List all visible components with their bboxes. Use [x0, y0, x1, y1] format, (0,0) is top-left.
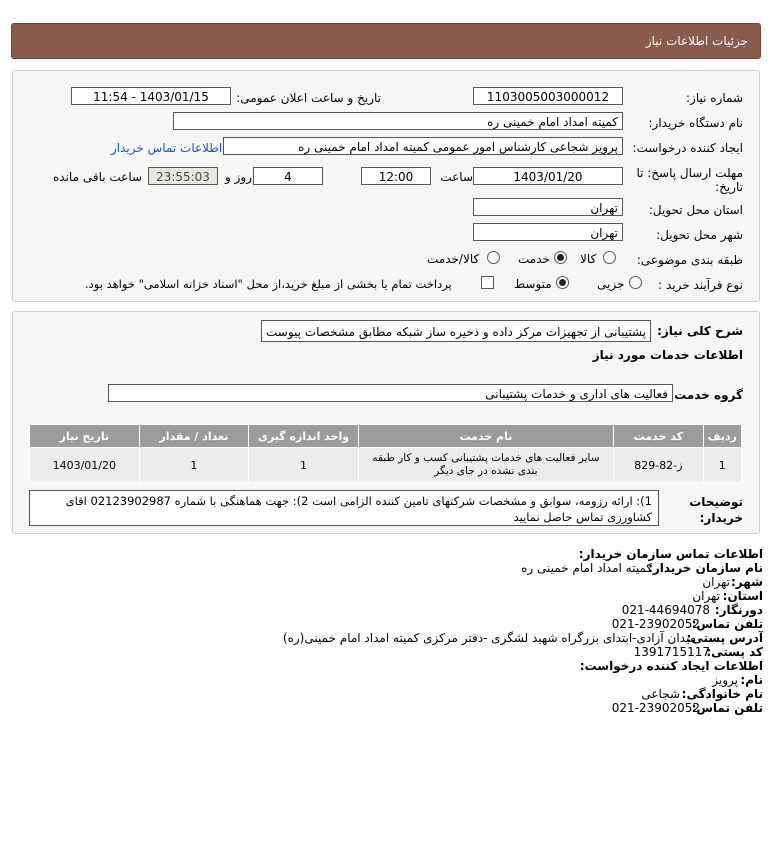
process-radio-medium[interactable] [556, 276, 569, 289]
cell-date: 1403/01/20 [29, 447, 140, 483]
cell-unit: 1 [248, 447, 359, 483]
col-code-header: کد خدمت [613, 424, 704, 448]
category-option-goods: کالا [580, 252, 597, 266]
contact-address-value: میدان آزادی-ابتدای بزرگراه شهید لشگری -د… [282, 631, 696, 645]
process-option-medium: متوسط [514, 277, 552, 291]
deadline-time-field[interactable]: 12:00 [361, 167, 431, 185]
buyer-field[interactable]: کمیته امداد امام خمینی ره [173, 112, 623, 130]
deadline-label-2: تاریخ: [715, 180, 743, 194]
description-panel: شرح کلی نیاز: پشتیبانی از تجهیزات مرکز د… [12, 311, 760, 534]
category-option-goods-service: کالا/خدمت [427, 252, 480, 266]
cell-name: سایر فعالیت های خدمات پشتیبانی کسب و کار… [357, 447, 615, 483]
category-radio-goods-service[interactable] [487, 251, 500, 264]
col-row-header: ردیف [702, 424, 743, 448]
contact-fax-label: دورنگار: [714, 603, 763, 617]
category-radio-service[interactable] [554, 251, 567, 264]
description-label: شرح کلی نیاز: [657, 324, 743, 338]
table-header-row: ردیف کد خدمت نام خدمت واحد اندازه گیری ت… [29, 424, 743, 448]
contact-address-label: آدرس پستی: [686, 631, 763, 645]
buyer-label: نام دستگاه خریدار: [648, 116, 744, 130]
col-unit-header: واحد اندازه گیری [248, 424, 359, 448]
col-name-header: نام خدمت [357, 424, 615, 448]
contact-province-label: استان: [722, 589, 763, 603]
category-option-service: خدمت [518, 252, 550, 266]
services-title: اطلاعات خدمات مورد نیاز [592, 348, 743, 362]
days-label: روز و [225, 170, 252, 184]
creator-family-value: شجاعی [641, 687, 680, 701]
contact-org-value: کمیته امداد امام خمینی ره [521, 561, 652, 575]
creator-field[interactable]: پرویز شجاعی کارشناس امور عمومی کمیته امد… [223, 137, 623, 155]
treasury-payment-checkbox[interactable] [481, 276, 494, 289]
contact-title: اطلاعات تماس سازمان خریدار: [578, 547, 763, 561]
cell-qty: 1 [138, 447, 250, 483]
remaining-label: ساعت باقی مانده [53, 170, 143, 184]
province-field[interactable]: تهران [473, 198, 623, 216]
page-header: جزئیات اطلاعات نیاز [11, 23, 761, 59]
days-field[interactable]: 4 [253, 167, 323, 185]
creator-name-label: نام: [740, 673, 763, 687]
buyer-notes-field: 1): ارائه رزومه، سوابق و مشخصات شرکتهای … [29, 490, 659, 526]
col-date-header: تاریخ نیاز [29, 424, 140, 448]
deadline-time-label: ساعت [440, 170, 473, 184]
contact-city-label: شهر: [731, 575, 763, 589]
process-option-minor: جزیی [597, 277, 625, 291]
contact-postal-label: کد پستی: [706, 645, 763, 659]
category-label: طبقه بندی موضوعی: [636, 253, 743, 267]
page-title: جزئیات اطلاعات نیاز [645, 34, 748, 48]
service-group-field[interactable]: فعالیت های اداری و خدمات پشتیبانی [108, 384, 673, 402]
city-label: شهر محل تحویل: [656, 228, 743, 242]
payment-note: پرداخت تمام یا بخشی از مبلغ خرید،از محل … [85, 277, 452, 291]
need-number-field[interactable]: 1103005003000012 [473, 87, 623, 105]
creator-phone-label: تلفن تماس: [691, 701, 763, 715]
service-group-label: گروه خدمت: [669, 388, 743, 402]
table-row[interactable]: 1 ز-82-829 سایر فعالیت های خدمات پشتیبان… [29, 447, 743, 483]
cell-code: ز-82-829 [613, 447, 704, 483]
deadline-label: مهلت ارسال پاسخ: تا [636, 166, 743, 180]
contact-phone-label: تلفن تماس: [691, 617, 763, 631]
process-label: نوع فرآیند خرید : [658, 278, 743, 292]
creator-name-value: پرویز [712, 673, 738, 687]
cell-row: 1 [702, 447, 743, 483]
contact-province-value: تهران [692, 589, 720, 603]
contact-phone-value: 021-23902052 [611, 617, 700, 631]
announce-label: تاریخ و ساعت اعلان عمومی: [236, 91, 381, 105]
buyer-contact-link[interactable]: اطلاعات تماس خریدار [111, 141, 222, 155]
description-field[interactable]: پشتیبانی از تجهیزات مرکز داده و ذخیره سا… [261, 320, 651, 342]
remaining-time-field: 23:55:03 [148, 167, 218, 185]
city-field[interactable]: تهران [473, 223, 623, 241]
process-radio-minor[interactable] [629, 276, 642, 289]
buyer-notes-label: توضیحات خریدار: [689, 495, 743, 525]
contact-city-value: تهران [702, 575, 730, 589]
contact-fax-value: 021-44694078 [621, 603, 710, 617]
creator-family-label: نام خانوادگی: [681, 687, 763, 701]
contact-postal-value: 1391715117 [633, 645, 710, 659]
deadline-date-field[interactable]: 1403/01/20 [473, 167, 623, 185]
creator-label: ایجاد کننده درخواست: [632, 141, 743, 155]
creator-phone-value: 021-23902052 [611, 701, 700, 715]
contact-org-label: نام سازمان خریدار: [648, 561, 763, 575]
announce-field[interactable]: 1403/01/15 - 11:54 [71, 87, 231, 105]
need-number-label: شماره نیاز: [686, 91, 743, 105]
services-table: ردیف کد خدمت نام خدمت واحد اندازه گیری ت… [29, 424, 743, 483]
creator-info-title: اطلاعات ایجاد کننده درخواست: [579, 659, 763, 673]
col-qty-header: تعداد / مقدار [138, 424, 250, 448]
need-details-panel: شماره نیاز: 1103005003000012 تاریخ و ساع… [12, 70, 760, 302]
category-radio-goods[interactable] [603, 251, 616, 264]
province-label: استان محل تحویل: [648, 203, 743, 217]
